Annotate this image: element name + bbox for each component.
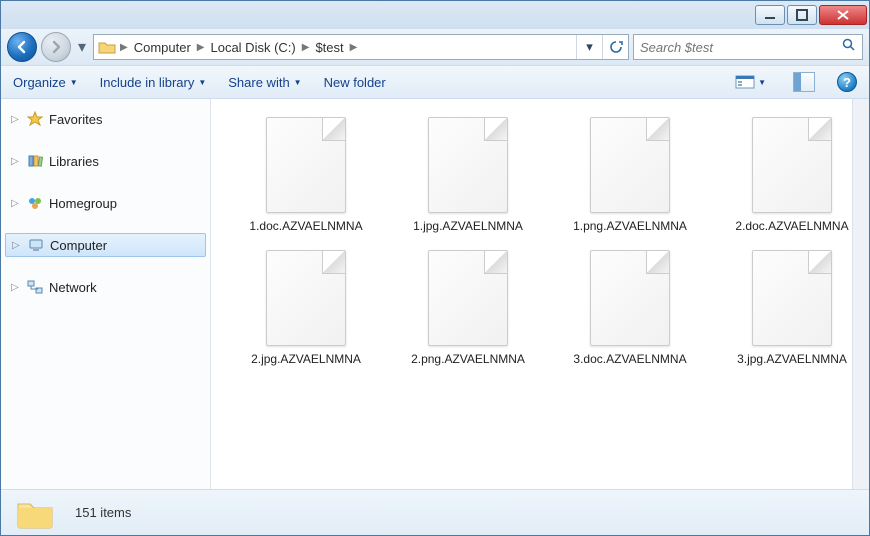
folder-icon [15, 496, 55, 530]
file-item[interactable]: 1.doc.AZVAELNMNA [231, 117, 381, 234]
share-with-menu[interactable]: Share with▼ [228, 75, 301, 90]
file-item[interactable]: 3.doc.AZVAELNMNA [555, 250, 705, 367]
sidebar-item-label: Homegroup [49, 196, 117, 211]
organize-menu[interactable]: Organize▼ [13, 75, 78, 90]
include-library-menu[interactable]: Include in library▼ [100, 75, 207, 90]
chevron-right-icon[interactable]: ▶ [348, 42, 360, 53]
chevron-right-icon[interactable]: ▶ [118, 42, 130, 53]
breadcrumb-localdisk[interactable]: Local Disk (C:) [206, 35, 299, 59]
item-count: 151 items [75, 505, 131, 520]
title-bar [1, 1, 869, 29]
file-icon [752, 250, 832, 346]
close-button[interactable] [819, 5, 867, 25]
file-icon [590, 250, 670, 346]
file-item[interactable]: 1.jpg.AZVAELNMNA [393, 117, 543, 234]
search-input[interactable] [640, 40, 842, 55]
breadcrumb-computer[interactable]: Computer [130, 35, 195, 59]
view-options-button[interactable]: ▼ [730, 72, 771, 92]
search-icon[interactable] [842, 38, 856, 57]
content-area: ▷Favorites ▷Libraries ▷Homegroup ▷Comput… [1, 99, 869, 489]
file-item[interactable]: 3.jpg.AZVAELNMNA [717, 250, 867, 367]
file-name: 2.jpg.AZVAELNMNA [251, 352, 361, 367]
file-name: 2.doc.AZVAELNMNA [735, 219, 848, 234]
file-icon [752, 117, 832, 213]
maximize-button[interactable] [787, 5, 817, 25]
navigation-pane: ▷Favorites ▷Libraries ▷Homegroup ▷Comput… [1, 99, 211, 489]
refresh-button[interactable] [602, 35, 628, 59]
nav-bar: ▾ ▶ Computer ▶ Local Disk (C:) ▶ $test ▶… [1, 29, 869, 65]
file-icon [428, 117, 508, 213]
sidebar-item-label: Libraries [49, 154, 99, 169]
sidebar-item-favorites[interactable]: ▷Favorites [1, 107, 210, 131]
address-dropdown[interactable]: ▾ [576, 35, 602, 59]
chevron-right-icon[interactable]: ▶ [300, 42, 312, 53]
file-item[interactable]: 1.png.AZVAELNMNA [555, 117, 705, 234]
folder-icon [96, 40, 118, 54]
forward-button[interactable] [41, 32, 71, 62]
file-icon [266, 117, 346, 213]
file-item[interactable]: 2.doc.AZVAELNMNA [717, 117, 867, 234]
scrollbar[interactable] [852, 99, 869, 489]
file-name: 1.doc.AZVAELNMNA [249, 219, 362, 234]
status-bar: 151 items [1, 489, 869, 535]
sidebar-item-libraries[interactable]: ▷Libraries [1, 149, 210, 173]
sidebar-item-label: Computer [50, 238, 107, 253]
file-item[interactable]: 2.png.AZVAELNMNA [393, 250, 543, 367]
sidebar-item-label: Favorites [49, 112, 102, 127]
file-name: 2.png.AZVAELNMNA [411, 352, 525, 367]
file-name: 3.doc.AZVAELNMNA [573, 352, 686, 367]
sidebar-item-homegroup[interactable]: ▷Homegroup [1, 191, 210, 215]
new-folder-button[interactable]: New folder [324, 75, 386, 90]
minimize-button[interactable] [755, 5, 785, 25]
help-button[interactable]: ? [837, 72, 857, 92]
file-name: 3.jpg.AZVAELNMNA [737, 352, 847, 367]
sidebar-item-label: Network [49, 280, 97, 295]
chevron-right-icon[interactable]: ▶ [195, 42, 207, 53]
explorer-window: ▾ ▶ Computer ▶ Local Disk (C:) ▶ $test ▶… [0, 0, 870, 536]
breadcrumb-folder[interactable]: $test [311, 35, 347, 59]
file-icon [590, 117, 670, 213]
sidebar-item-network[interactable]: ▷Network [1, 275, 210, 299]
file-name: 1.jpg.AZVAELNMNA [413, 219, 523, 234]
file-name: 1.png.AZVAELNMNA [573, 219, 687, 234]
nav-history-dropdown[interactable]: ▾ [75, 32, 89, 62]
file-list[interactable]: 1.doc.AZVAELNMNA 1.jpg.AZVAELNMNA 1.png.… [211, 99, 869, 489]
file-item[interactable]: 2.jpg.AZVAELNMNA [231, 250, 381, 367]
search-box[interactable] [633, 34, 863, 60]
sidebar-item-computer[interactable]: ▷Computer [5, 233, 206, 257]
back-button[interactable] [7, 32, 37, 62]
file-icon [266, 250, 346, 346]
command-bar: Organize▼ Include in library▼ Share with… [1, 65, 869, 99]
preview-pane-button[interactable] [793, 72, 815, 92]
file-icon [428, 250, 508, 346]
address-bar[interactable]: ▶ Computer ▶ Local Disk (C:) ▶ $test ▶ ▾ [93, 34, 629, 60]
